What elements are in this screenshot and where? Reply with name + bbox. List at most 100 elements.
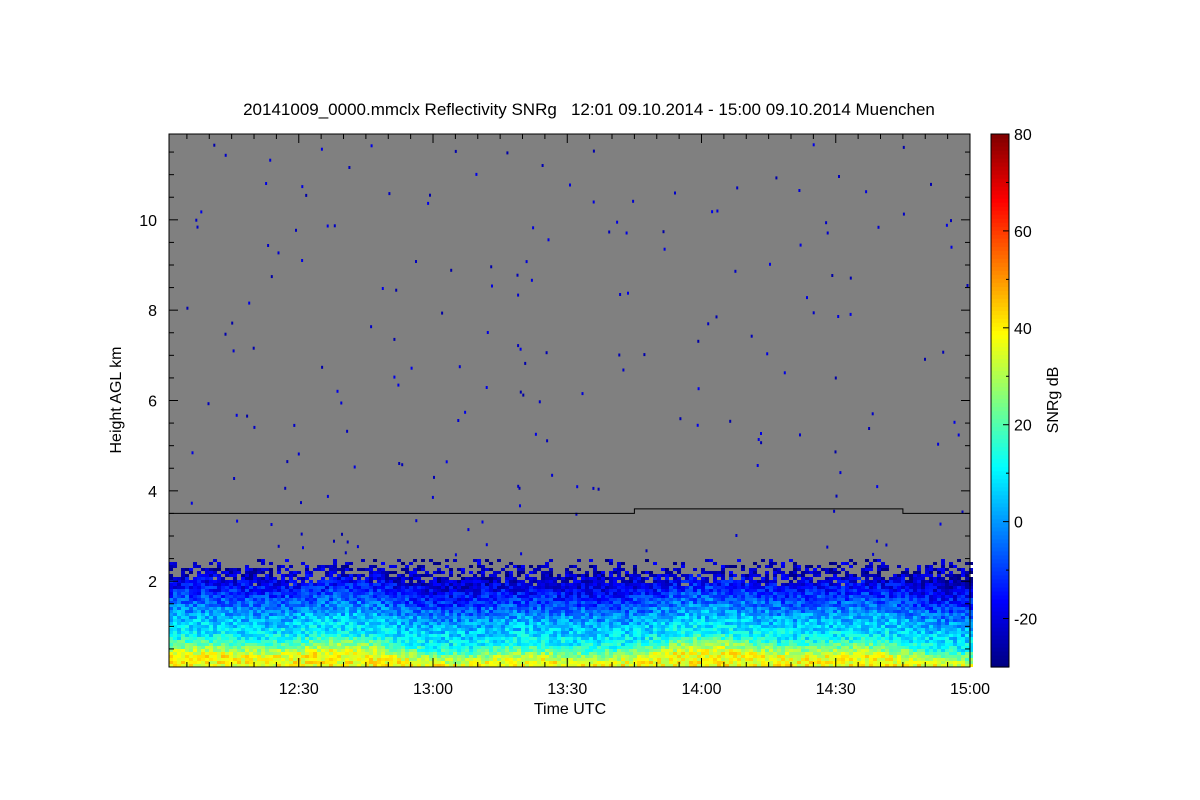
heatmap-cell (621, 610, 625, 613)
heatmap-cell (669, 595, 673, 598)
heatmap-cell (345, 649, 349, 652)
heatmap-cell (589, 607, 593, 610)
heatmap-cell (717, 658, 721, 661)
heatmap-cell (749, 610, 753, 613)
heatmap-cell (229, 610, 233, 613)
heatmap-cell (353, 619, 357, 622)
heatmap-cell (581, 601, 585, 604)
heatmap-cell (417, 574, 421, 577)
heatmap-cell (193, 565, 197, 568)
heatmap-cell (645, 559, 649, 562)
heatmap-cell (481, 580, 485, 583)
heatmap-cell (549, 643, 553, 646)
heatmap-cell (593, 658, 597, 661)
heatmap-cell (441, 631, 445, 634)
heatmap-cell (361, 604, 365, 607)
heatmap-cell (689, 616, 693, 619)
heatmap-cell (409, 586, 413, 589)
heatmap-cell (369, 568, 373, 571)
heatmap-cell (381, 604, 385, 607)
heatmap-cell (225, 610, 229, 613)
heatmap-cell (737, 607, 741, 610)
heatmap-cell (645, 592, 649, 595)
heatmap-cell (761, 649, 765, 652)
heatmap-cell (625, 625, 629, 628)
heatmap-cell (573, 565, 577, 568)
heatmap-cell (461, 625, 465, 628)
heatmap-cell (729, 592, 733, 595)
heatmap-cell (393, 625, 397, 628)
heatmap-cell (345, 658, 349, 661)
heatmap-cell (789, 592, 793, 595)
heatmap-cell (773, 634, 777, 637)
heatmap-cell (217, 589, 221, 592)
heatmap-cell (205, 634, 209, 637)
heatmap-cell (201, 643, 205, 646)
heatmap-cell (389, 598, 393, 601)
heatmap-cell (573, 577, 577, 580)
heatmap-cell (453, 634, 457, 637)
heatmap-cell (645, 589, 649, 592)
heatmap-cell (369, 628, 373, 631)
heatmap-cell (597, 619, 601, 622)
heatmap-cell (673, 655, 677, 658)
heatmap-cell (721, 580, 725, 583)
heatmap-cell (225, 571, 229, 574)
heatmap-cell (405, 583, 409, 586)
heatmap-cell (693, 589, 697, 592)
heatmap-cell (769, 586, 773, 589)
heatmap-cell (745, 616, 749, 619)
heatmap-cell (793, 646, 797, 649)
heatmap-cell (729, 586, 733, 589)
heatmap-cell (485, 646, 489, 649)
heatmap-cell (505, 607, 509, 610)
heatmap-cell (205, 652, 209, 655)
heatmap-cell (209, 622, 213, 625)
heatmap-cell (549, 625, 553, 628)
heatmap-cell (281, 610, 285, 613)
heatmap-cell (605, 598, 609, 601)
heatmap-cell (305, 631, 309, 634)
heatmap-cell (541, 631, 545, 634)
heatmap-cell (181, 619, 185, 622)
heatmap-cell (265, 604, 269, 607)
heatmap-cell (641, 607, 645, 610)
heatmap-cell (609, 637, 613, 640)
heatmap-cell (621, 625, 625, 628)
heatmap-cell (193, 634, 197, 637)
heatmap-cell (393, 610, 397, 613)
heatmap-cell (445, 592, 449, 595)
heatmap-cell (617, 631, 621, 634)
heatmap-cell (509, 595, 513, 598)
heatmap-cell (193, 652, 197, 655)
heatmap-cell (593, 610, 597, 613)
heatmap-cell (357, 652, 361, 655)
heatmap-cell (333, 625, 337, 628)
heatmap-cell (301, 580, 305, 583)
heatmap-cell (613, 640, 617, 643)
heatmap-cell (329, 610, 333, 613)
heatmap-cell (273, 586, 277, 589)
heatmap-cell (181, 661, 185, 664)
heatmap-cell (377, 607, 381, 610)
heatmap-cell (577, 592, 581, 595)
heatmap-cell (377, 631, 381, 634)
heatmap-cell (713, 631, 717, 634)
heatmap-cell (329, 646, 333, 649)
heatmap-cell (385, 601, 389, 604)
heatmap-cell (325, 586, 329, 589)
heatmap-cell (649, 610, 653, 613)
heatmap-cell (201, 640, 205, 643)
heatmap-cell (757, 565, 761, 568)
heatmap-cell (681, 595, 685, 598)
heatmap-cell (613, 577, 617, 580)
heatmap-cell (217, 574, 221, 577)
heatmap-cell (605, 610, 609, 613)
heatmap-cell (669, 598, 673, 601)
heatmap-cell (641, 649, 645, 652)
heatmap-cell (561, 586, 565, 589)
heatmap-cell (777, 634, 781, 637)
heatmap-cell (289, 640, 293, 643)
heatmap-cell (273, 655, 277, 658)
heatmap-cell (693, 655, 697, 658)
